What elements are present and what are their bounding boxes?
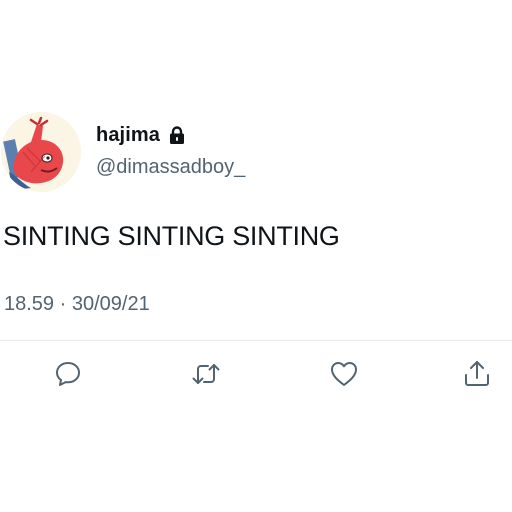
heart-icon <box>331 362 357 386</box>
tweet-timestamp[interactable]: 18.59 · 30/09/21 <box>4 292 150 316</box>
share-button[interactable] <box>461 358 493 390</box>
retweet-icon <box>192 364 220 384</box>
user-handle[interactable]: @dimassadboy_ <box>96 155 245 179</box>
timestamp-separator: · <box>59 293 67 315</box>
lock-icon <box>166 124 188 146</box>
tweet-text: SINTING SINTING SINTING <box>3 221 340 251</box>
tweet-date: 30/09/21 <box>71 293 150 315</box>
avatar[interactable] <box>1 112 81 192</box>
divider <box>0 340 512 341</box>
tweet-time: 18.59 <box>4 293 55 315</box>
reply-icon <box>56 362 80 386</box>
share-icon <box>465 361 489 386</box>
reply-button[interactable] <box>52 358 84 390</box>
like-button[interactable] <box>328 358 360 390</box>
retweet-button[interactable] <box>190 358 222 390</box>
display-name[interactable]: hajima <box>96 123 160 147</box>
